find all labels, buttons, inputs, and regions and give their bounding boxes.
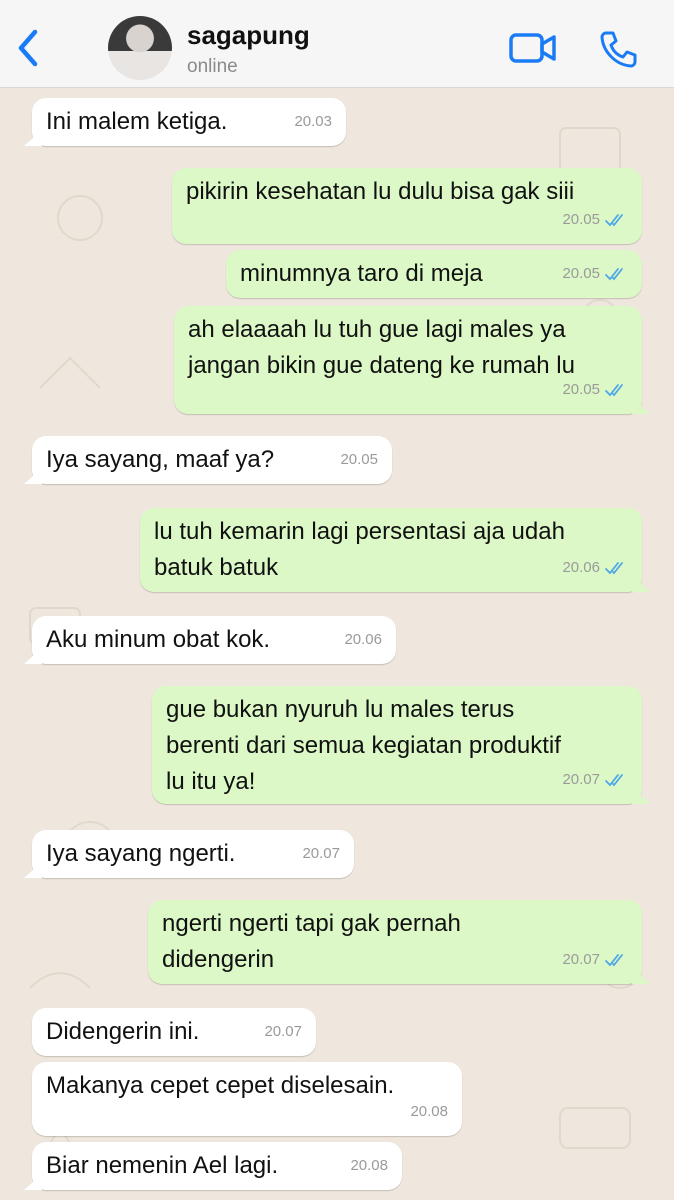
message-timestamp: 20.08 (410, 1103, 448, 1120)
outgoing-message[interactable]: ngerti ngerti tapi gak pernah didengerin… (148, 900, 642, 984)
chevron-left-icon (18, 29, 38, 67)
message-timestamp: 20.07 (562, 951, 600, 968)
contact-status: online (187, 56, 238, 77)
outgoing-message[interactable]: ah elaaaah lu tuh gue lagi males ya jang… (174, 306, 642, 414)
message-timestamp: 20.05 (562, 211, 600, 228)
message-text: ngerti ngerti tapi gak pernah didengerin (162, 910, 461, 973)
phone-icon (600, 31, 637, 68)
message-timestamp: 20.07 (302, 845, 340, 862)
incoming-message[interactable]: Iya sayang, maaf ya? 20.05 (32, 436, 392, 484)
message-text: Ini malem ketiga. (46, 108, 228, 135)
message-timestamp: 20.05 (340, 451, 378, 468)
message-timestamp: 20.06 (344, 631, 382, 648)
back-button[interactable] (8, 26, 48, 70)
message-meta: 20.08 (410, 1094, 448, 1130)
video-camera-icon (509, 33, 556, 63)
double-check-icon (605, 954, 623, 967)
outgoing-message[interactable]: gue bukan nyuruh lu males terus berenti … (152, 686, 642, 804)
message-meta: 20.05 (562, 256, 628, 292)
chat-header: sagapung online (0, 0, 674, 88)
message-text: Aku minum obat kok. (46, 626, 271, 653)
message-meta: 20.06 (344, 622, 382, 658)
message-meta: 20.03 (294, 104, 332, 140)
message-timestamp: 20.07 (562, 771, 600, 788)
outgoing-message[interactable]: pikirin kesehatan lu dulu bisa gak siii 2… (172, 168, 642, 244)
message-timestamp: 20.05 (562, 381, 600, 398)
incoming-message[interactable]: Iya sayang ngerti. 20.07 (32, 830, 354, 878)
voice-call-button[interactable] (598, 28, 640, 70)
avatar[interactable] (108, 16, 172, 80)
message-timestamp: 20.03 (294, 113, 332, 130)
message-timestamp: 20.07 (264, 1023, 302, 1040)
outgoing-message[interactable]: minumnya taro di meja 20.05 (226, 250, 642, 298)
message-meta: 20.05 (340, 442, 378, 478)
double-check-icon (605, 214, 623, 227)
message-meta: 20.08 (350, 1148, 388, 1184)
incoming-message[interactable]: Didengerin ini. 20.07 (32, 1008, 316, 1056)
message-text: Iya sayang, maaf ya? (46, 446, 275, 473)
incoming-message[interactable]: Biar nemenin Ael lagi. 20.08 (32, 1142, 402, 1190)
incoming-message[interactable]: Aku minum obat kok. 20.06 (32, 616, 396, 664)
message-meta: 20.07 (302, 836, 340, 872)
message-meta: 20.05 (562, 372, 628, 408)
contact-name[interactable]: sagapung (187, 20, 310, 51)
message-text: gue bukan nyuruh lu males terus berenti … (166, 696, 561, 795)
incoming-message[interactable]: Makanya cepet cepet diselesain. 20.08 (32, 1062, 462, 1136)
outgoing-message[interactable]: lu tuh kemarin lagi persentasi aja udah … (140, 508, 642, 592)
message-timestamp: 20.06 (562, 559, 600, 576)
message-text: Iya sayang ngerti. (46, 840, 236, 867)
double-check-icon (605, 774, 623, 787)
message-list[interactable]: Ini malem ketiga. 20.03 pikirin kesehatan … (0, 88, 674, 1200)
video-call-button[interactable] (508, 30, 558, 66)
message-text: Biar nemenin Ael lagi. (46, 1152, 279, 1179)
message-meta: 20.07 (264, 1014, 302, 1050)
message-meta: 20.05 (562, 202, 628, 238)
message-meta: 20.07 (562, 942, 628, 978)
message-text: lu tuh kemarin lagi persentasi aja udah … (154, 518, 565, 581)
double-check-icon (605, 562, 623, 575)
message-timestamp: 20.05 (562, 265, 600, 282)
message-meta: 20.06 (562, 550, 628, 586)
message-meta: 20.07 (562, 762, 628, 798)
double-check-icon (605, 268, 623, 281)
double-check-icon (605, 384, 623, 397)
message-timestamp: 20.08 (350, 1157, 388, 1174)
incoming-message[interactable]: Ini malem ketiga. 20.03 (32, 98, 346, 146)
message-text: Makanya cepet cepet diselesain. (46, 1072, 395, 1099)
